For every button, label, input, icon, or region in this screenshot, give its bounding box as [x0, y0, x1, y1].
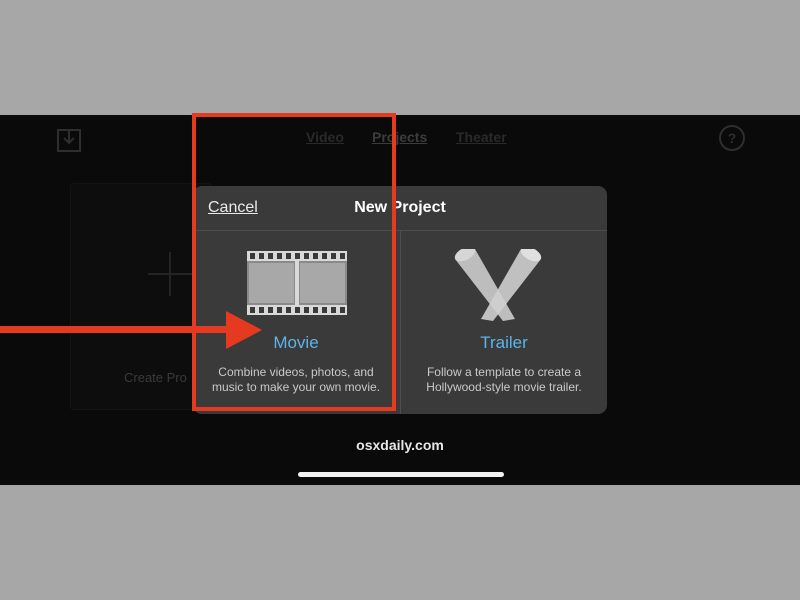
trailer-option-description-line2: Hollywood-style movie trailer. [426, 380, 582, 394]
arrow-icon [0, 311, 262, 349]
spotlights-icon [454, 249, 542, 321]
trailer-option[interactable]: Trailer Follow a template to create a Ho… [401, 231, 607, 414]
imovie-screen: Video Projects Theater ? Create Pro Canc… [0, 115, 800, 485]
create-project-label: Create Pro [124, 370, 187, 385]
plus-icon-vertical [169, 252, 171, 296]
trailer-option-description-line1: Follow a template to create a [426, 365, 582, 379]
tab-theater[interactable]: Theater [456, 129, 507, 145]
home-indicator[interactable] [298, 472, 504, 477]
trailer-option-title: Trailer [480, 333, 528, 352]
help-icon[interactable]: ? [719, 125, 745, 151]
top-nav: Video Projects Theater [0, 129, 800, 149]
movie-highlight-box [192, 113, 396, 411]
watermark: osxdaily.com [356, 437, 444, 453]
